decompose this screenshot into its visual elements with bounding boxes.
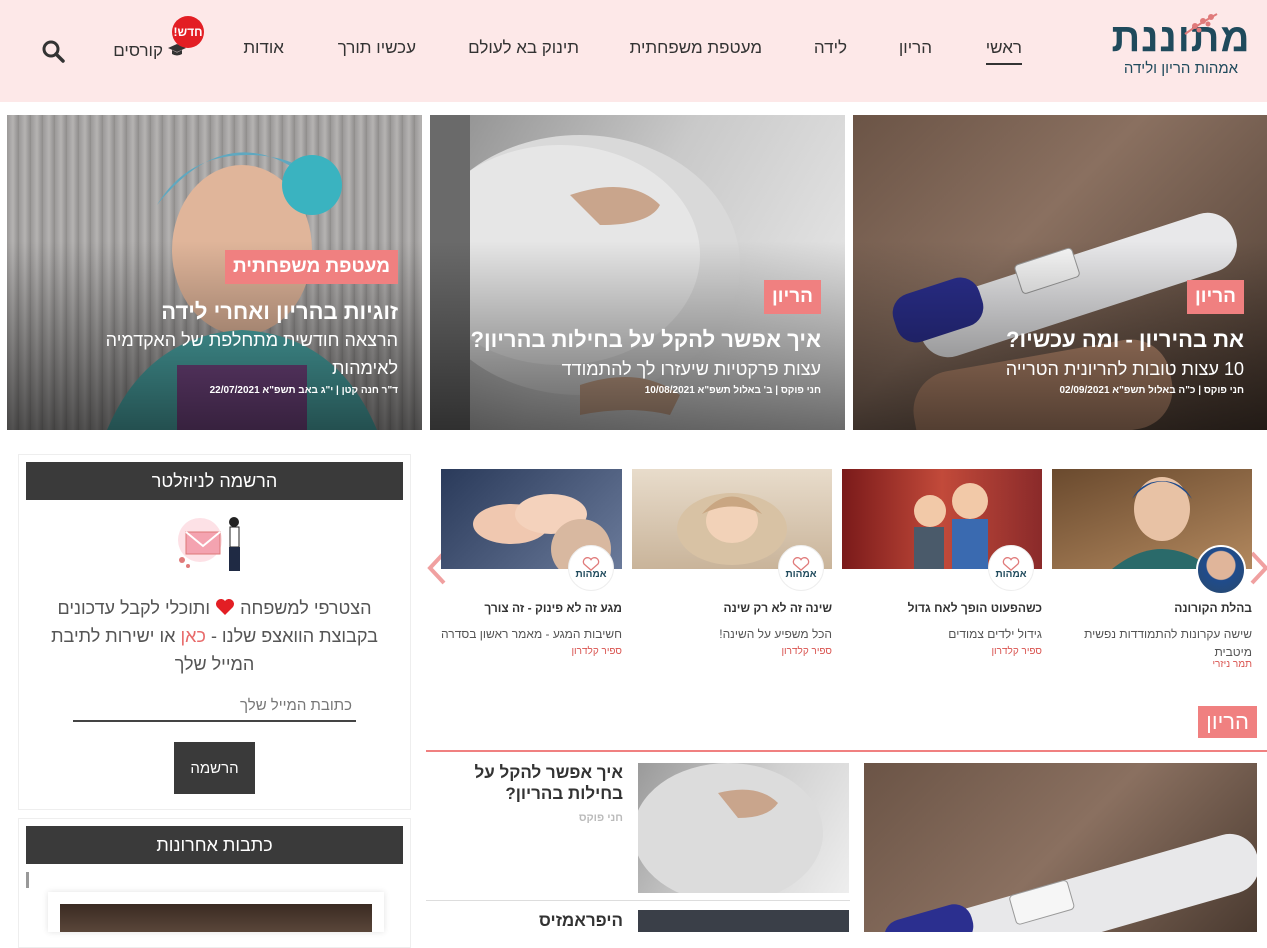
card-title[interactable]: בהלת הקורונה [1052,601,1252,615]
card-excerpt: חשיבות המגע - מאמר ראשון בסדרה [441,627,622,641]
mail-illustration-icon [178,517,240,571]
card-title[interactable]: שינה זה לא רק שינה [632,601,832,615]
nav-baby[interactable]: תינוק בא לעולם [468,38,579,64]
site-logo-badge: אמהות [988,545,1034,591]
card-excerpt: גידול ילדים צמודים [948,627,1042,641]
card-author[interactable]: תמר ניזרי [1052,659,1252,670]
hero-meta: חני פוקס | כ"ה באלול תשפ"א 02/09/2021 [1059,385,1244,396]
whatsapp-link[interactable]: כאן [180,626,205,646]
hero-card-1[interactable]: הריון את בהיריון - ומה עכשיו? 10 עצות טו… [853,115,1267,430]
search-icon[interactable] [40,38,66,64]
category-badge[interactable]: הריון [1187,280,1244,314]
card-excerpt: הכל משפיע על השינה! [719,627,832,641]
hero-title[interactable]: זוגיות בהריון ואחרי לידה [161,299,398,325]
site-header: מתוננת אמהות הריון ולידה ראשי הריון לידה… [0,0,1267,102]
recent-post-image [60,904,372,932]
nav-about[interactable]: אודות [243,38,284,64]
sprig-icon [1184,13,1218,35]
list-item-image[interactable] [638,763,849,893]
hero-subtitle: הרצאה חודשית מתחלפת של האקדמיה לאימהות [105,330,398,378]
newsletter-title: הרשמה לניוזלטר [26,462,403,500]
card-author[interactable]: ספיר קלדרון [441,646,622,657]
hero-meta: חני פוקס | ב' באלול תשפ"א 10/08/2021 [644,385,821,396]
nav-home[interactable]: ראשי [985,38,1022,65]
heart-icon [216,599,235,615]
category-badge[interactable]: מעטפת משפחתית [225,250,398,284]
site-logo-badge: אמהות [568,545,614,591]
logo-tagline: אמהות הריון ולידה [1123,60,1239,77]
nav-your-turn[interactable]: עכשיו תורך [338,38,416,64]
new-badge: חדש! [172,16,204,48]
subscribe-button[interactable]: הרשמה [174,742,255,794]
section-divider [426,750,1267,752]
hero-subtitle: עצות פרקטיות שיעזרו לך להתמודד [561,359,821,379]
hero-title[interactable]: איך אפשר להקל על בחילות בהריון? [471,327,821,353]
card-author[interactable]: ספיר קלדרון [842,646,1042,657]
card-title[interactable]: כשהפעוט הופך לאח גדול [842,601,1042,615]
list-item-title[interactable]: איך אפשר להקל על בחילות בהריון? [427,762,623,804]
section-tag[interactable]: הריון [1198,706,1257,738]
site-logo-badge: אמהות [778,545,824,591]
hero-card-3[interactable]: מעטפת משפחתית זוגיות בהריון ואחרי לידה ה… [7,115,422,430]
list-item-title[interactable]: היפראמזיס [427,910,623,931]
nav-family[interactable]: מעטפת משפחתית [630,38,762,64]
hero-card-2[interactable]: הריון איך אפשר להקל על בחילות בהריון? עצ… [430,115,845,430]
card-author[interactable]: ספיר קלדרון [632,646,832,657]
category-badge[interactable]: הריון [764,280,821,314]
author-avatar [1196,545,1246,595]
section-featured-image[interactable] [864,763,1257,932]
hero-subtitle: 10 עצות טובות להריונית הטרייה [1005,359,1244,379]
recent-posts-title: כתבות אחרונות [26,826,403,864]
email-field[interactable] [73,690,356,722]
hero-title[interactable]: את בהיריון - ומה עכשיו? [1006,327,1244,353]
list-item-author[interactable]: חני פוקס [427,812,623,824]
list-separator [426,900,850,901]
recent-post-card[interactable] [48,892,384,932]
site-logo[interactable]: מתוננת אמהות הריון ולידה [1101,13,1261,94]
list-item-image[interactable] [638,910,849,932]
newsletter-text: הצטרפי למשפחה ותוכלי לקבל עדכונים בקבוצת… [51,598,378,674]
card-excerpt: שישה עקרונות להתמודדות נפשית מיטבית [1084,627,1252,659]
scroll-indicator [26,872,29,888]
nav-birth[interactable]: לידה [814,38,847,64]
hero-meta: ד"ר חנה קטן | י"ג באב תשפ"א 22/07/2021 [209,385,398,396]
card-title[interactable]: מגע זה לא פינוק - זה צורך [441,601,622,615]
nav-pregnancy[interactable]: הריון [899,38,932,64]
